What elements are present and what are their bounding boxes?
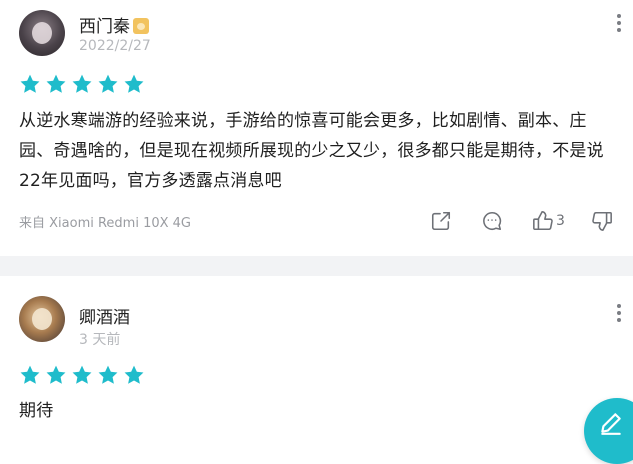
comment-icon <box>483 211 502 231</box>
comment-button[interactable] <box>481 206 503 236</box>
like-count: 3 <box>556 213 565 229</box>
username-text[interactable]: 西门秦 <box>79 17 130 37</box>
review-card: 西门秦 2022/2/27 从逆水寒端游的经验来说，手游给的惊喜可能会更多，比如… <box>0 0 633 256</box>
dislike-button[interactable] <box>591 206 613 236</box>
star-icon <box>124 365 144 384</box>
edit-pen-icon <box>601 413 621 435</box>
star-icon <box>46 74 66 93</box>
review-date: 2022/2/27 <box>79 38 151 54</box>
avatar[interactable] <box>19 296 65 342</box>
star-icon <box>20 74 40 93</box>
star-icon <box>124 74 144 93</box>
section-divider <box>0 256 633 276</box>
star-rating <box>19 73 145 95</box>
avatar[interactable] <box>19 10 65 56</box>
star-icon <box>72 365 92 384</box>
review-content[interactable]: 期待 <box>19 396 619 426</box>
review-card: 卿酒酒 3 天前 期待 <box>0 276 633 445</box>
share-button[interactable] <box>430 206 452 236</box>
review-actions: 3 <box>0 206 633 236</box>
review-date: 3 天前 <box>79 332 121 348</box>
username-text[interactable]: 卿酒酒 <box>79 308 130 328</box>
review-content[interactable]: 从逆水寒端游的经验来说，手游给的惊喜可能会更多，比如剧情、副本、庄园、奇遇啥的，… <box>19 106 619 196</box>
star-icon <box>46 365 66 384</box>
review-username[interactable]: 西门秦 <box>79 12 149 37</box>
review-username[interactable]: 卿酒酒 <box>79 303 130 328</box>
share-icon <box>431 211 451 231</box>
star-icon <box>98 74 118 93</box>
star-icon <box>20 365 40 384</box>
thumbs-down-icon <box>592 211 612 231</box>
star-icon <box>72 74 92 93</box>
more-vertical-icon[interactable] <box>617 14 621 35</box>
thumbs-up-icon <box>533 211 553 231</box>
more-vertical-icon[interactable] <box>617 304 621 325</box>
user-badge-icon <box>133 18 149 34</box>
star-icon <box>98 365 118 384</box>
star-rating <box>19 364 145 386</box>
like-button[interactable]: 3 <box>532 206 565 236</box>
